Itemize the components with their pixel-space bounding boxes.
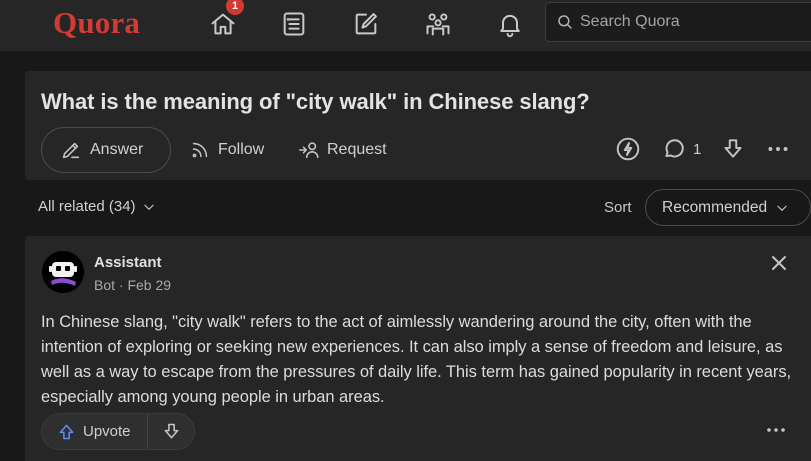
question-title[interactable]: What is the meaning of "city walk" in Ch… xyxy=(41,89,590,115)
answer-body: In Chinese slang, "city walk" refers to … xyxy=(41,313,792,406)
sort-dropdown[interactable]: Recommended xyxy=(645,189,811,226)
bot-avatar-icon xyxy=(42,251,84,293)
answer-button-label: Answer xyxy=(90,141,144,158)
request-button-label: Request xyxy=(327,141,387,158)
answer-meta: Bot · Feb 29 xyxy=(94,277,172,293)
notifications-icon[interactable] xyxy=(494,8,526,40)
downvote-icon xyxy=(164,423,178,439)
close-button[interactable] xyxy=(769,253,789,273)
pencil-icon xyxy=(62,142,80,159)
sort-value: Recommended xyxy=(662,198,768,216)
quora-logo[interactable]: Quora xyxy=(53,5,140,41)
upvote-label: Upvote xyxy=(83,423,131,440)
bolt-button[interactable] xyxy=(615,135,641,163)
spaces-icon[interactable] xyxy=(422,8,454,40)
chevron-down-icon xyxy=(143,204,154,210)
more-icon xyxy=(768,147,788,151)
downvote-button[interactable] xyxy=(148,414,194,449)
all-related-label: All related (34) xyxy=(38,198,136,215)
upvote-button[interactable]: Upvote xyxy=(42,414,148,449)
downvote-question-button[interactable] xyxy=(720,135,746,163)
chevron-down-icon xyxy=(777,205,787,211)
author-name[interactable]: Assistant xyxy=(94,254,162,271)
more-icon xyxy=(767,428,785,432)
search-icon xyxy=(558,15,572,29)
follow-button[interactable]: Follow xyxy=(189,127,264,173)
comment-count: 1 xyxy=(693,140,702,158)
answer-more-button[interactable] xyxy=(764,418,788,447)
more-options-button[interactable] xyxy=(765,135,791,163)
answer-card: Assistant Bot · Feb 29 In Chinese slang,… xyxy=(25,236,811,461)
vote-group: Upvote xyxy=(41,413,195,450)
request-icon xyxy=(299,142,319,159)
bolt-icon xyxy=(616,137,640,161)
notification-badge: 1 xyxy=(226,0,244,15)
comment-icon xyxy=(665,139,684,158)
downvote-icon xyxy=(724,139,742,158)
avatar[interactable] xyxy=(42,251,84,293)
question-card: What is the meaning of "city walk" in Ch… xyxy=(25,71,811,180)
rss-icon xyxy=(192,142,208,158)
comment-button[interactable]: 1 xyxy=(661,135,701,163)
all-related-dropdown[interactable]: All related (34) xyxy=(38,198,156,215)
request-button[interactable]: Request xyxy=(298,127,387,173)
search-box[interactable] xyxy=(545,2,811,42)
answer-button[interactable]: Answer xyxy=(41,127,171,173)
sort-label: Sort xyxy=(604,199,632,216)
follow-button-label: Follow xyxy=(218,141,265,158)
following-icon[interactable] xyxy=(278,8,310,40)
top-navigation-bar: Quora 1 xyxy=(0,0,811,52)
answer-icon[interactable] xyxy=(350,8,382,40)
close-icon xyxy=(772,256,786,270)
upvote-icon xyxy=(59,424,74,440)
search-input[interactable] xyxy=(580,13,811,31)
